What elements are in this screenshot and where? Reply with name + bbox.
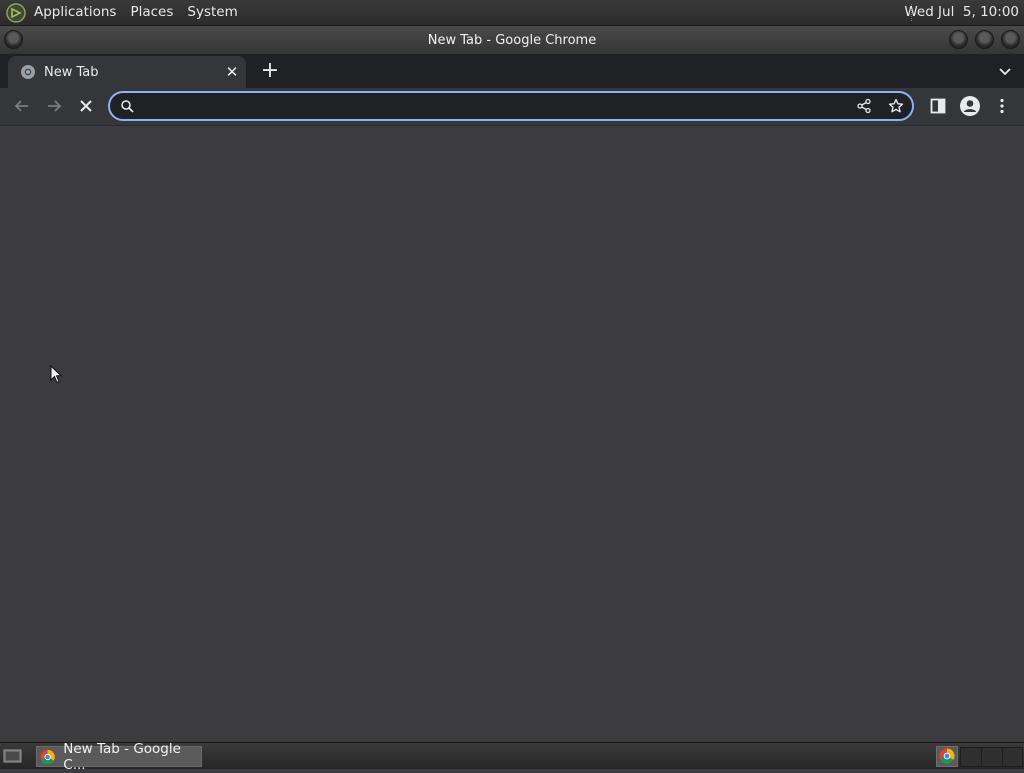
back-icon[interactable] — [12, 96, 32, 116]
share-icon[interactable] — [856, 98, 872, 114]
close-window-button[interactable] — [1001, 30, 1020, 49]
top-panel: Applications Places System Wed Jul 5, 10… — [0, 0, 1024, 26]
chrome-icon — [21, 65, 35, 79]
profile-icon[interactable] — [959, 95, 981, 117]
workspace-2[interactable] — [981, 747, 1003, 767]
plus-icon[interactable]: + — [258, 60, 282, 82]
maximize-button[interactable] — [975, 30, 994, 49]
minimize-button[interactable] — [949, 30, 968, 49]
menu-system[interactable]: System — [180, 0, 244, 25]
chrome-icon — [40, 749, 55, 764]
taskbar-item-chrome[interactable]: New Tab - Google C... — [36, 741, 202, 773]
mate-logo-icon[interactable] — [6, 2, 26, 23]
tab-strip: New Tab ✕ + — [0, 54, 1024, 88]
browser-toolbar — [0, 88, 1024, 126]
chevron-down-icon[interactable] — [996, 62, 1014, 80]
tray-chrome[interactable] — [936, 746, 958, 767]
kebab-menu-icon[interactable] — [992, 96, 1012, 116]
star-icon[interactable] — [888, 98, 904, 114]
cursor-icon — [50, 365, 62, 384]
tab-new-tab[interactable]: New Tab ✕ — [8, 56, 246, 88]
clock[interactable]: Wed Jul 5, 10:00 — [904, 0, 1019, 25]
forward-icon[interactable] — [44, 96, 64, 116]
tab-label: New Tab — [44, 64, 99, 80]
address-bar[interactable] — [108, 91, 914, 121]
workspace-3[interactable] — [1002, 747, 1023, 767]
chrome-icon — [939, 748, 955, 764]
window-menu-button[interactable] — [4, 30, 23, 49]
workspace-1[interactable] — [960, 747, 982, 767]
omnibox-input[interactable] — [142, 95, 846, 119]
side-panel-icon[interactable] — [928, 96, 948, 116]
menu-applications[interactable]: Applications — [27, 0, 123, 25]
window-titlebar[interactable]: New Tab - Google Chrome — [0, 26, 1024, 54]
stop-icon[interactable] — [76, 96, 96, 116]
show-desktop-icon[interactable] — [3, 748, 22, 764]
menu-places[interactable]: Places — [123, 0, 180, 25]
bottom-panel: New Tab - Google C... — [0, 741, 1024, 773]
close-icon[interactable]: ✕ — [224, 64, 240, 80]
search-icon — [121, 100, 134, 113]
page-content[interactable] — [0, 126, 1024, 742]
window-title: New Tab - Google Chrome — [427, 32, 597, 48]
